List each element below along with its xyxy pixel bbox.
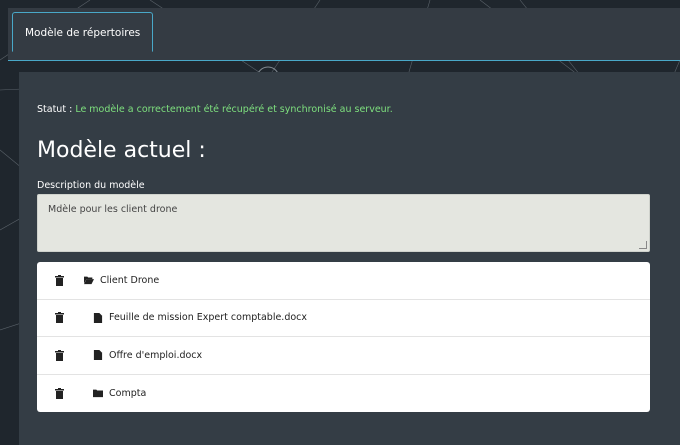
item-label: Client Drone <box>100 274 160 286</box>
list-item: Offre d'emploi.docx <box>37 337 650 375</box>
file-icon <box>93 350 103 361</box>
trash-icon[interactable] <box>55 349 64 361</box>
folder-item[interactable]: Compta <box>93 388 146 399</box>
description-value: Mdèle pour les client drone <box>48 204 178 215</box>
status-label: Statut : <box>37 104 73 115</box>
trash-icon[interactable] <box>55 274 64 286</box>
resize-handle[interactable] <box>639 241 647 249</box>
trash-icon[interactable] <box>55 312 64 324</box>
list-item: Feuille de mission Expert comptable.docx <box>37 300 650 337</box>
item-label: Feuille de mission Expert comptable.docx <box>109 312 308 324</box>
tab-modele-repertoires[interactable]: Modèle de répertoires <box>12 12 154 52</box>
tab-label: Modèle de répertoires <box>25 27 141 39</box>
description-label: Description du modèle <box>37 180 145 191</box>
page-title: Modèle actuel : <box>37 138 206 163</box>
status-message: Le modèle a correctement été récupéré et… <box>75 104 393 115</box>
folder-icon <box>93 389 103 398</box>
item-label: Compta <box>109 387 147 399</box>
file-item[interactable]: Feuille de mission Expert comptable.docx <box>93 312 307 323</box>
file-tree-list: Client Drone Feuille de mission Expert c… <box>37 262 650 412</box>
item-label: Offre d'emploi.docx <box>109 349 203 361</box>
status-line: Statut : Le modèle a correctement été ré… <box>37 104 393 115</box>
file-item[interactable]: Offre d'emploi.docx <box>93 350 202 361</box>
folder-open-icon <box>84 276 94 285</box>
file-icon <box>93 312 103 323</box>
trash-icon[interactable] <box>55 387 64 399</box>
list-item: Client Drone <box>37 262 650 300</box>
description-textarea[interactable]: Mdèle pour les client drone <box>37 194 650 252</box>
list-item: Compta <box>37 375 650 413</box>
folder-item[interactable]: Client Drone <box>84 275 159 286</box>
